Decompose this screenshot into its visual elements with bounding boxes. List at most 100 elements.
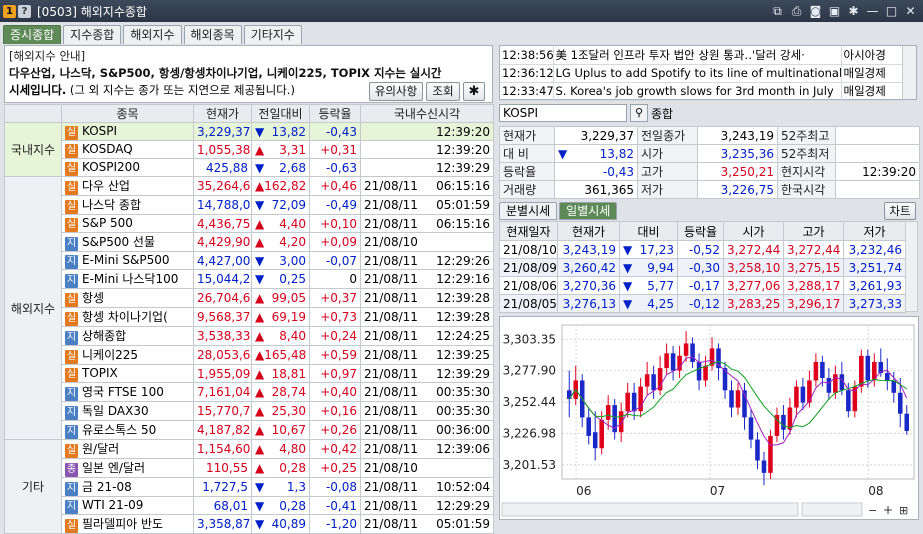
index-name: 독일 DAX30	[82, 404, 149, 418]
rate-cell: -0,43	[309, 122, 361, 141]
tab-index-summary[interactable]: 지수종합	[63, 25, 122, 44]
x-tick-label: 06	[576, 484, 591, 498]
candle-body	[768, 435, 773, 473]
table-row[interactable]: 기타 실 원/달러 1,154,60 ▲ 4,80 +0,42 21/08/11 12:39:0…	[4, 439, 494, 534]
table-row[interactable]: 실 나스닥 종합 14,788,09▼ 72,09-0,4921/08/11 05:01…	[5, 195, 494, 215]
index-name: E-Mini S&P500	[82, 252, 170, 267]
daily-open: 3,283,25	[723, 294, 784, 313]
col-header-price[interactable]: 현재가	[193, 104, 252, 123]
gear-icon[interactable]: ✱	[845, 3, 862, 19]
maximize-icon[interactable]: □	[883, 3, 900, 19]
reset-zoom-icon[interactable]: ⊞	[899, 504, 908, 517]
table-row[interactable]: 지 상해종합 3,538,33 ▲ 8,40 +0,24 21/08/11 12:24:25	[5, 326, 494, 346]
zoom-slider[interactable]	[801, 502, 863, 517]
notice-line2: 시세입니다. (그 외 지수는 종가 또는 지연으로 제공됩니다.)	[9, 83, 295, 97]
table-row[interactable]: 지 WTI 21-09 68,01 ▼ 0,28 -0,41 21/08/11 12:29:2…	[5, 496, 494, 515]
daily-scrollbar[interactable]	[905, 221, 918, 312]
table-row[interactable]: 종 일본 엔/달러 110,55 ▲ 0,28 +0,25 21/08/10	[5, 458, 494, 478]
change-cell: ▲ 165,48	[251, 345, 310, 365]
tab-market-summary[interactable]: 증시종합	[3, 25, 62, 44]
table-row[interactable]: 지 E-Mini S&P500 4,427,00 ▼ 3,00 -0,07 21/08/11…	[5, 251, 494, 270]
table-row[interactable]: 지 S&P500 선물 4,429,90 ▲ 4,20 +0,09 21/08/10	[5, 232, 494, 252]
capture-icon[interactable]: ◙	[807, 3, 824, 19]
table-row[interactable]: 실 KOSPI200 425,88 ▼ 2,68 -0,63 12:39:29	[5, 158, 494, 177]
daily-col-price[interactable]: 현재가	[557, 221, 620, 241]
col-header-change[interactable]: 전일대비	[251, 104, 310, 123]
table-row[interactable]: 실 항셍 26,704,67▲ 99,05+0,3721/08/11 12:39:28	[5, 288, 494, 308]
index-name: S&P 500	[82, 215, 133, 230]
table-row[interactable]: 실 S&P 500 4,436,75 ▲ 4,40 +0,10 21/08/11 06:15:…	[5, 214, 494, 233]
lock-icon[interactable]: ▣	[826, 3, 843, 19]
daily-row[interactable]: 21/08/05 3,276,13 ▼ 4,25 -0,12 3,283,25 3,296,…	[499, 294, 906, 313]
table-row[interactable]: 지 금 21-08 1,727,5 ▼ 1,3 -0,08 21/08/11 10:52:04	[5, 477, 494, 497]
daily-high: 3,288,17	[783, 276, 844, 295]
tab-overseas-stock[interactable]: 해외종목	[183, 25, 242, 44]
news-row[interactable]: 12:36:12 LG Uplus to add Spotify to its l…	[500, 64, 902, 83]
symbol-input[interactable]: KOSPI	[499, 104, 627, 122]
table-row[interactable]: 실 KOSDAQ 1,055,38 ▲ 3,31 +0,31 12:39:20	[5, 140, 494, 159]
quote-type-badge: 지	[65, 387, 78, 401]
chart-button[interactable]: 차트	[884, 202, 916, 220]
table-row[interactable]: 지 영국 FTSE 100 7,161,04 ▲ 28,74 +0,40 21/08/11 0…	[5, 382, 494, 402]
settings-gear-icon[interactable]: ✱	[463, 82, 485, 101]
query-button[interactable]: 조회	[426, 82, 460, 101]
zoom-in-icon[interactable]: +	[883, 503, 893, 517]
tab-other-index[interactable]: 기타지수	[243, 25, 302, 44]
col-header-name[interactable]: 종목	[61, 104, 194, 123]
daily-col-low[interactable]: 저가	[843, 221, 906, 241]
table-row[interactable]: 지 유로스톡스 50 4,187,82 ▲ 10,67 +0,26 21/08/11 00:3…	[5, 420, 494, 440]
quote-type-badge: 실	[65, 367, 78, 382]
daily-row[interactable]: 21/08/10 3,243,19 ▼ 17,23 -0,52 3,272,44 3,272…	[499, 240, 906, 259]
news-title: S. Korea's job growth slows for 3rd mont…	[552, 82, 841, 101]
table-row[interactable]: 실 TOPIX 1,955,09 ▲ 18,81 +0,97 21/08/11 12:39:2…	[5, 364, 494, 383]
caution-button[interactable]: 유의사항	[369, 82, 423, 101]
quote-label: 현지시각	[777, 162, 836, 181]
search-icon[interactable]: ⚲	[630, 104, 648, 122]
link-icon[interactable]: ⧉	[769, 3, 786, 19]
daily-col-rate[interactable]: 등락율	[677, 221, 724, 241]
table-row[interactable]: 지 E-Mini 나스닥100 15,044,25▼ 0,25021/08/11 12:…	[5, 269, 494, 289]
rate-cell: +0,26	[309, 420, 361, 440]
daily-col-high[interactable]: 고가	[783, 221, 844, 241]
daily-table: 현재일자 현재가 대비 등락율 시가 고가 저가 21/08/10 3,243,1…	[499, 221, 906, 313]
tab-daily-quote[interactable]: 일별시세	[559, 202, 618, 220]
news-scrollbar[interactable]	[902, 46, 916, 99]
row-name-cell: 지 독일 DAX30	[61, 401, 194, 421]
up-arrow-icon: ▲	[255, 442, 265, 456]
col-header-rate[interactable]: 등락율	[309, 104, 361, 123]
screen-copy-icon[interactable]: ⎙	[788, 3, 805, 19]
help-icon[interactable]: ?	[18, 4, 31, 18]
title-bar: 1 ? [0503] 해외지수종합 ⧉ ⎙ ◙ ▣ ✱ — □ ✕	[0, 0, 923, 22]
quote-type-badge: 지	[65, 331, 78, 345]
received-time-cell: 21/08/11 12:29:29	[360, 496, 494, 515]
news-source: 아시아경	[840, 46, 902, 65]
table-row[interactable]: 해외지수실다우 산업35,264,67▲162,82+0,4621/08/110…	[4, 176, 494, 440]
chart-scrollbar[interactable]	[501, 502, 799, 517]
zoom-out-icon[interactable]: −	[868, 504, 877, 517]
daily-col-change[interactable]: 대비	[619, 221, 678, 241]
table-row[interactable]: 실 니케이225 28,053,63▲165,48+0,5921/08/11 12:3…	[5, 345, 494, 365]
daily-row[interactable]: 21/08/06 3,270,36 ▼ 5,77 -0,17 3,277,06 3,288,…	[499, 276, 906, 295]
tab-overseas-index[interactable]: 해외지수	[123, 25, 182, 44]
col-header-time[interactable]: 국내수신시각	[360, 104, 494, 123]
close-icon[interactable]: ✕	[902, 3, 919, 19]
table-row[interactable]: 실 항셍 차이나기업(9,568,37 ▲ 69,19 +0,73 21/08/11 12:…	[5, 307, 494, 327]
news-row[interactable]: 12:38:56 美 1조달러 인프라 투자 법안 상원 통과‥'달러 강세· 아시…	[500, 46, 902, 65]
tab-minute-quote[interactable]: 분별시세	[499, 202, 558, 220]
table-row[interactable]: 지 독일 DAX30 15,770,71▲ 25,30+0,1621/08/11 00:…	[5, 401, 494, 421]
daily-row[interactable]: 21/08/09 3,260,42 ▼ 9,94 -0,30 3,258,10 3,275,…	[499, 258, 906, 277]
change-cell: ▲ 8,40	[251, 326, 310, 346]
minimize-icon[interactable]: —	[864, 3, 881, 19]
change-value: 13,82	[271, 124, 306, 139]
quote-type-badge: 지	[65, 425, 78, 439]
down-arrow-icon: ▼	[623, 278, 633, 293]
candle-body	[885, 373, 890, 381]
quote-label: 저가	[637, 180, 698, 199]
window-number-badge[interactable]: 1	[3, 4, 16, 18]
daily-low: 3,261,93	[843, 276, 906, 295]
news-row[interactable]: 12:33:47 S. Korea's job growth slows for …	[500, 82, 902, 101]
table-row[interactable]: 국내지수 실 KOSPI 3,229,37 ▼ 13,82 -0,43 12:39:20	[4, 122, 494, 177]
daily-col-date[interactable]: 현재일자	[499, 221, 558, 241]
table-row[interactable]: 실 필라델피아 반도 3,358,87 ▼ 40,89 -1,20 21/08/11 05:0…	[5, 514, 494, 534]
daily-col-open[interactable]: 시가	[723, 221, 784, 241]
